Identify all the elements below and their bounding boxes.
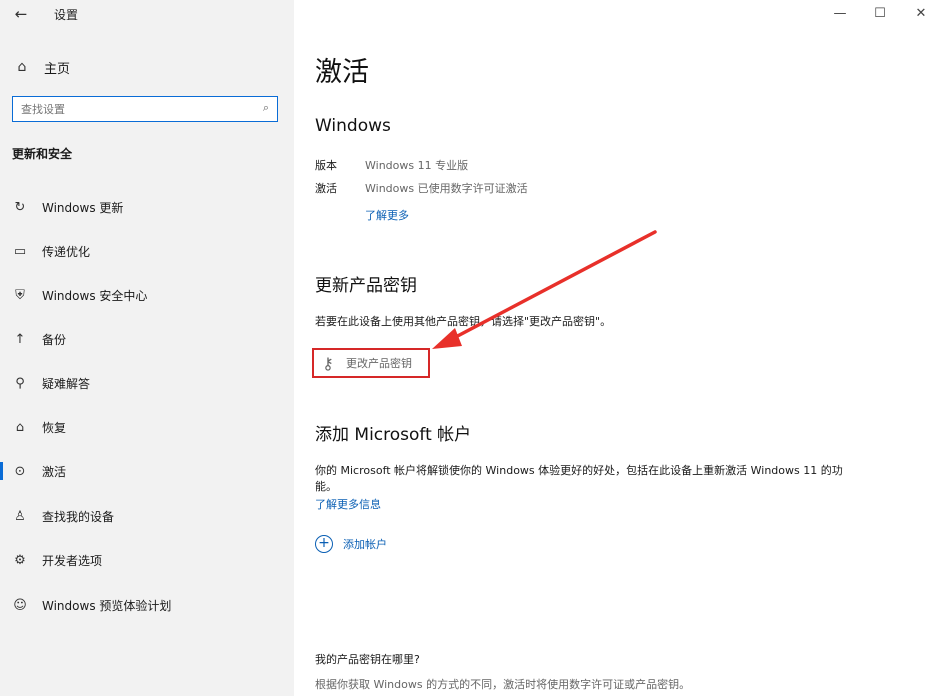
add-account-button[interactable]: + 添加帐户 (315, 533, 387, 555)
arrow-left-icon: ← (14, 5, 28, 23)
plus-circle-icon: + (315, 535, 333, 553)
edition-key: 版本 (315, 159, 337, 172)
add-account-label: 添加帐户 (343, 538, 387, 551)
page-title: 激活 (315, 57, 369, 88)
person-location-icon: ♙ (14, 508, 26, 524)
sidebar-item-label: Windows 预览体验计划 (42, 598, 172, 613)
sidebar-item-find-my-device[interactable]: ♙ 查找我的设备 (0, 499, 294, 533)
change-product-key-label: 更改产品密钥 (346, 357, 412, 370)
sidebar-item-label: 开发者选项 (42, 553, 103, 568)
account-description-line2: 能。 (315, 480, 337, 493)
sidebar-item-label: 备份 (42, 332, 67, 347)
sidebar-item-label: 恢复 (42, 420, 67, 435)
update-key-description: 若要在此设备上使用其他产品密钥，请选择"更改产品密钥"。 (315, 315, 612, 328)
sidebar-home[interactable]: ⌂ 主页 (14, 57, 70, 77)
account-description-line1: 你的 Microsoft 帐户将解锁使你的 Windows 体验更好的好处，包括… (315, 464, 843, 477)
search-input[interactable] (21, 100, 241, 118)
sidebar-item-insider-program[interactable]: ☺ Windows 预览体验计划 (0, 588, 294, 622)
close-button[interactable]: ✕ (910, 4, 932, 24)
minimize-button[interactable]: — (829, 4, 851, 24)
maximize-icon: ☐ (874, 6, 886, 21)
window-title: 设置 (54, 8, 79, 22)
search-box[interactable]: ⌕ (12, 96, 278, 122)
add-account-heading: 添加 Microsoft 帐户 (315, 425, 472, 445)
search-icon[interactable]: ⌕ (263, 101, 269, 115)
sidebar-section-title: 更新和安全 (12, 147, 73, 161)
where-key-heading: 我的产品密钥在哪里? (315, 653, 420, 666)
sidebar-item-backup[interactable]: ↑ 备份 (0, 322, 294, 356)
wrench-icon: ⚲ (15, 375, 25, 391)
activation-value: Windows 已使用数字许可证激活 (365, 182, 528, 195)
shield-icon: ⛨ (15, 287, 25, 303)
sidebar-item-label: 激活 (42, 464, 67, 479)
sidebar-item-recovery[interactable]: ⌂ 恢复 (0, 410, 294, 444)
sidebar-item-label: Windows 更新 (42, 200, 124, 215)
learn-more-info-link[interactable]: 了解更多信息 (315, 496, 381, 512)
sidebar-item-troubleshoot[interactable]: ⚲ 疑难解答 (0, 366, 294, 400)
edition-value: Windows 11 专业版 (365, 159, 469, 172)
key-icon: ⚷ (322, 353, 334, 373)
sidebar-item-developer-options[interactable]: ⚙ 开发者选项 (0, 543, 294, 577)
arrow-head (432, 328, 462, 349)
windows-heading: Windows (315, 116, 391, 136)
sidebar-item-label: 传递优化 (42, 244, 91, 259)
learn-more-link[interactable]: 了解更多 (365, 207, 409, 223)
back-button[interactable]: ← (10, 5, 32, 23)
minimize-icon: — (833, 6, 847, 21)
insider-icon: ☺ (13, 597, 27, 613)
sidebar-item-label: 疑难解答 (42, 376, 91, 391)
where-key-description: 根据你获取 Windows 的方式的不同，激活时将使用数字许可证或产品密钥。 (315, 678, 691, 691)
change-product-key-button[interactable]: ⚷ 更改产品密钥 (312, 348, 430, 378)
sidebar-item-windows-update[interactable]: ↻ Windows 更新 (0, 190, 294, 224)
update-key-heading: 更新产品密钥 (315, 276, 417, 296)
activation-key: 激活 (315, 182, 337, 195)
sidebar-item-label: 查找我的设备 (42, 509, 115, 524)
sidebar-home-label: 主页 (44, 61, 71, 77)
sidebar-item-activation[interactable]: ⊙ 激活 (0, 454, 294, 488)
developer-tools-icon: ⚙ (14, 552, 26, 568)
sidebar-item-delivery-optimization[interactable]: ▭ 传递优化 (0, 234, 294, 268)
refresh-icon: ↻ (14, 199, 26, 215)
home-icon: ⌂ (17, 59, 27, 75)
delivery-optimization-icon: ▭ (13, 243, 27, 259)
check-circle-icon: ⊙ (14, 463, 26, 479)
recovery-icon: ⌂ (15, 419, 25, 435)
close-icon: ✕ (915, 6, 927, 21)
sidebar-item-security-center[interactable]: ⛨ Windows 安全中心 (0, 278, 294, 312)
maximize-button[interactable]: ☐ (869, 4, 891, 24)
sidebar-item-label: Windows 安全中心 (42, 288, 148, 303)
backup-arrow-icon: ↑ (14, 331, 26, 347)
